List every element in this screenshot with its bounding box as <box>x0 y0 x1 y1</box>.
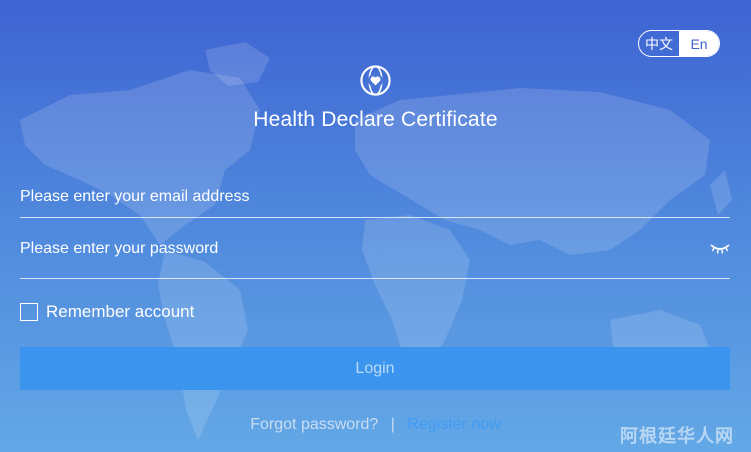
login-button[interactable]: Login <box>20 347 730 390</box>
page-title: Health Declare Certificate <box>253 108 498 131</box>
remember-account-row[interactable]: Remember account <box>20 302 194 322</box>
language-option-chinese[interactable]: 中文 <box>639 31 679 56</box>
language-switch: 中文 En <box>638 30 720 57</box>
password-input[interactable] <box>20 232 690 266</box>
globe-heart-icon <box>360 65 391 96</box>
eye-closed-icon[interactable] <box>710 241 730 255</box>
password-field-container <box>20 232 730 279</box>
remember-account-label: Remember account <box>46 302 195 321</box>
language-option-english[interactable]: En <box>679 31 719 56</box>
forgot-password-link[interactable]: Forgot password? <box>250 416 378 433</box>
email-input[interactable] <box>20 176 730 217</box>
register-now-link[interactable]: Register now <box>407 416 500 433</box>
remember-account-checkbox[interactable] <box>20 303 38 321</box>
email-field-container <box>20 176 730 218</box>
link-separator: | <box>390 416 395 433</box>
site-watermark: 阿根廷华人网 <box>620 426 734 446</box>
